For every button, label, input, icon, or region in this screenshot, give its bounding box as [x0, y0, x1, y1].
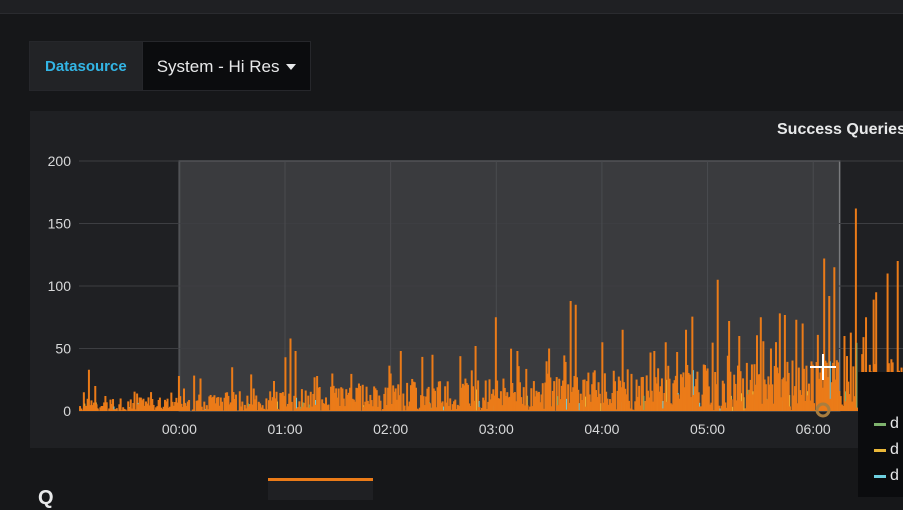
legend-swatch — [874, 448, 886, 452]
legend-swatch — [874, 474, 886, 478]
row-title[interactable]: Q — [38, 487, 54, 510]
x-tick-label: 02:00 — [373, 421, 408, 437]
x-tick-label: 05:00 — [690, 421, 725, 437]
legend-item: d — [874, 466, 899, 486]
y-tick-label: 200 — [48, 153, 72, 169]
y-tick-label: 100 — [48, 278, 72, 294]
y-tick-label: 50 — [55, 341, 71, 357]
success-queries-chart[interactable]: 0 50 100 150 200 00:00 01:00 02:00 03:00 04:00 05:… — [0, 0, 903, 497]
x-tick-label: 01:00 — [267, 421, 302, 437]
x-tick-label: 06:00 — [796, 421, 831, 437]
legend-swatch — [874, 422, 886, 426]
x-tick-label: 04:00 — [584, 421, 619, 437]
tooltip-legend: d d d — [858, 372, 903, 497]
y-tick-label: 0 — [63, 403, 71, 419]
x-tick-label: 00:00 — [162, 421, 197, 437]
legend-label: d — [890, 467, 899, 484]
legend-item: d — [874, 414, 899, 434]
legend-label: d — [890, 415, 899, 432]
legend-item: d — [874, 440, 899, 460]
y-tick-label: 150 — [48, 216, 72, 232]
legend-label: d — [890, 441, 899, 458]
x-tick-label: 03:00 — [479, 421, 514, 437]
